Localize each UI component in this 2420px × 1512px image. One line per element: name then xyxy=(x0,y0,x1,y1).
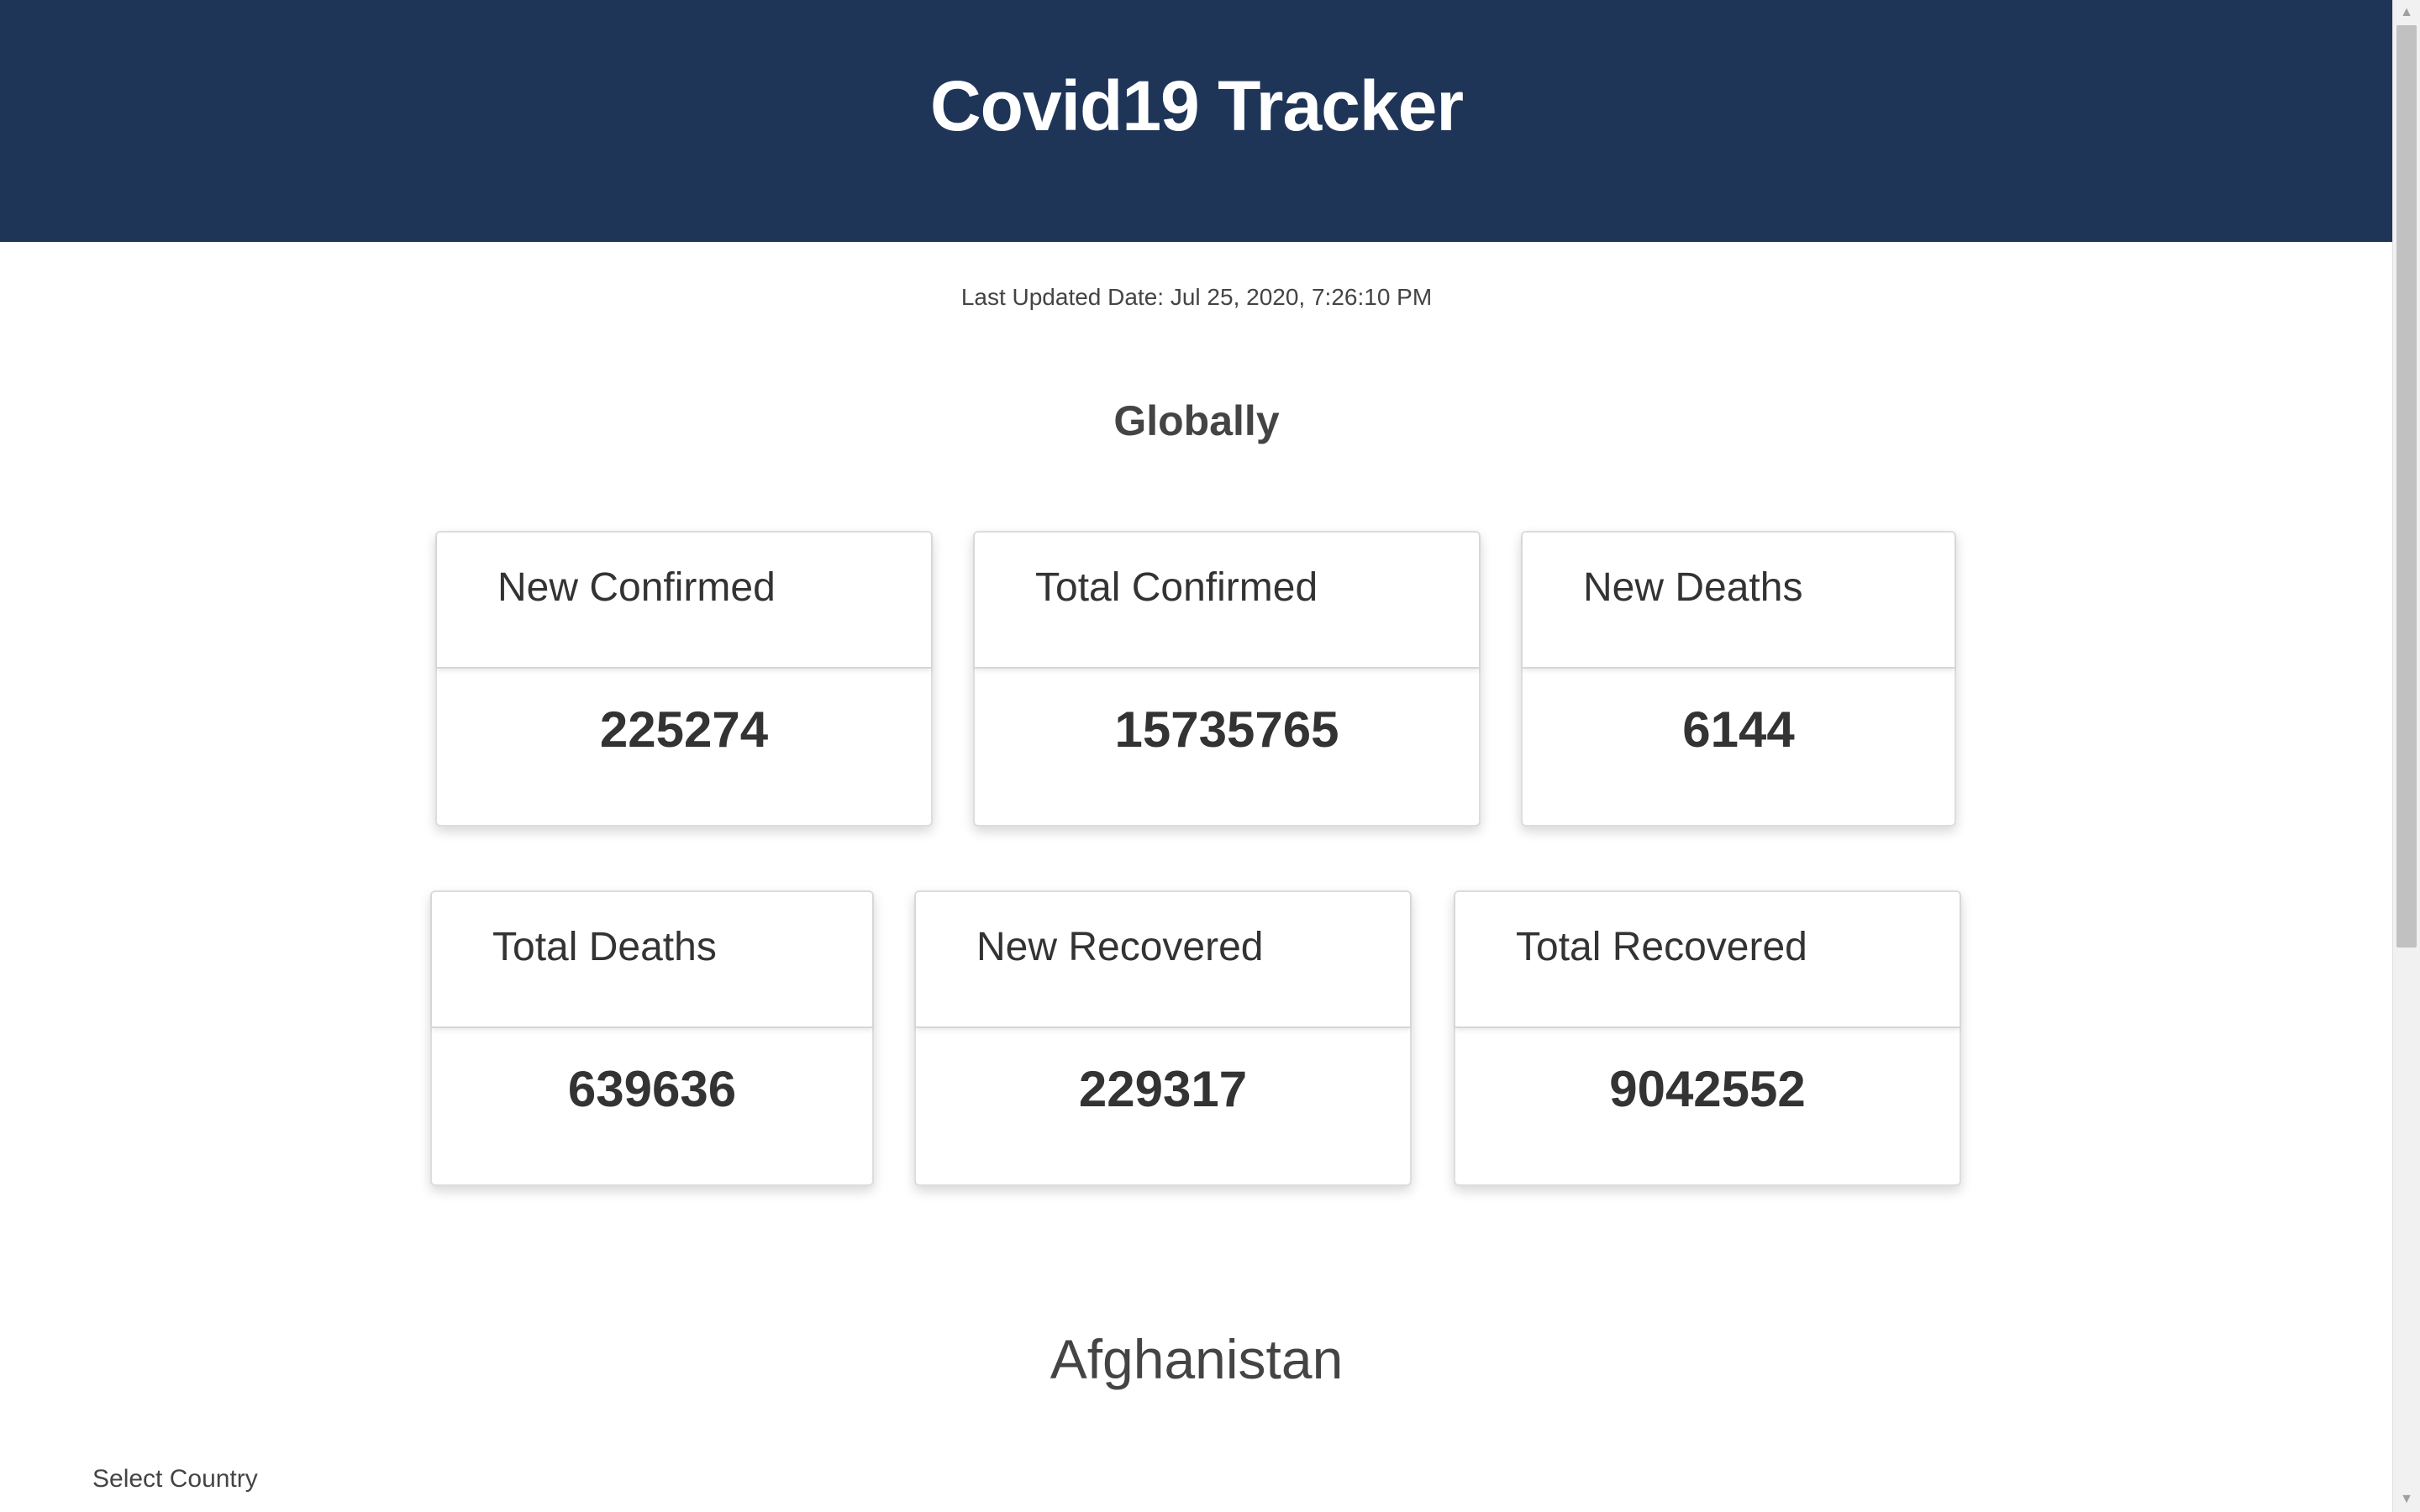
page: Covid19 Tracker Last Updated Date: Jul 2… xyxy=(0,0,2393,1512)
card-label: Total Confirmed xyxy=(975,533,1479,669)
vertical-scrollbar[interactable]: ▲ ▼ xyxy=(2392,0,2420,1512)
triangle-down-icon[interactable]: ▼ xyxy=(2393,1487,2420,1512)
select-country-label: Select Country xyxy=(92,1465,258,1493)
card-total-deaths: Total Deaths 639636 xyxy=(430,890,874,1186)
card-new-confirmed: New Confirmed 225274 xyxy=(435,531,933,827)
card-total-recovered: Total Recovered 9042552 xyxy=(1454,890,1961,1186)
card-value: 9042552 xyxy=(1609,1061,1806,1117)
card-value: 6144 xyxy=(1682,701,1795,758)
app-header: Covid19 Tracker xyxy=(0,0,2393,242)
card-new-recovered: New Recovered 229317 xyxy=(914,890,1412,1186)
card-new-deaths: New Deaths 6144 xyxy=(1521,531,1956,827)
scrollbar-thumb[interactable] xyxy=(2396,25,2417,948)
card-total-confirmed: Total Confirmed 15735765 xyxy=(973,531,1481,827)
country-title: Afghanistan xyxy=(1050,1328,1344,1390)
card-label: New Recovered xyxy=(916,892,1410,1028)
card-label: New Deaths xyxy=(1523,533,1954,669)
card-value: 225274 xyxy=(599,701,769,758)
card-value: 15735765 xyxy=(1114,701,1339,758)
card-label: Total Deaths xyxy=(432,892,872,1028)
triangle-up-icon[interactable]: ▲ xyxy=(2393,0,2420,25)
global-section-title: Globally xyxy=(1113,397,1280,444)
card-value: 229317 xyxy=(1078,1061,1248,1117)
card-label: New Confirmed xyxy=(437,533,931,669)
app-title: Covid19 Tracker xyxy=(929,66,1464,145)
card-value: 639636 xyxy=(567,1061,737,1117)
card-label: Total Recovered xyxy=(1455,892,1960,1028)
last-updated-text: Last Updated Date: Jul 25, 2020, 7:26:10… xyxy=(960,284,1433,310)
